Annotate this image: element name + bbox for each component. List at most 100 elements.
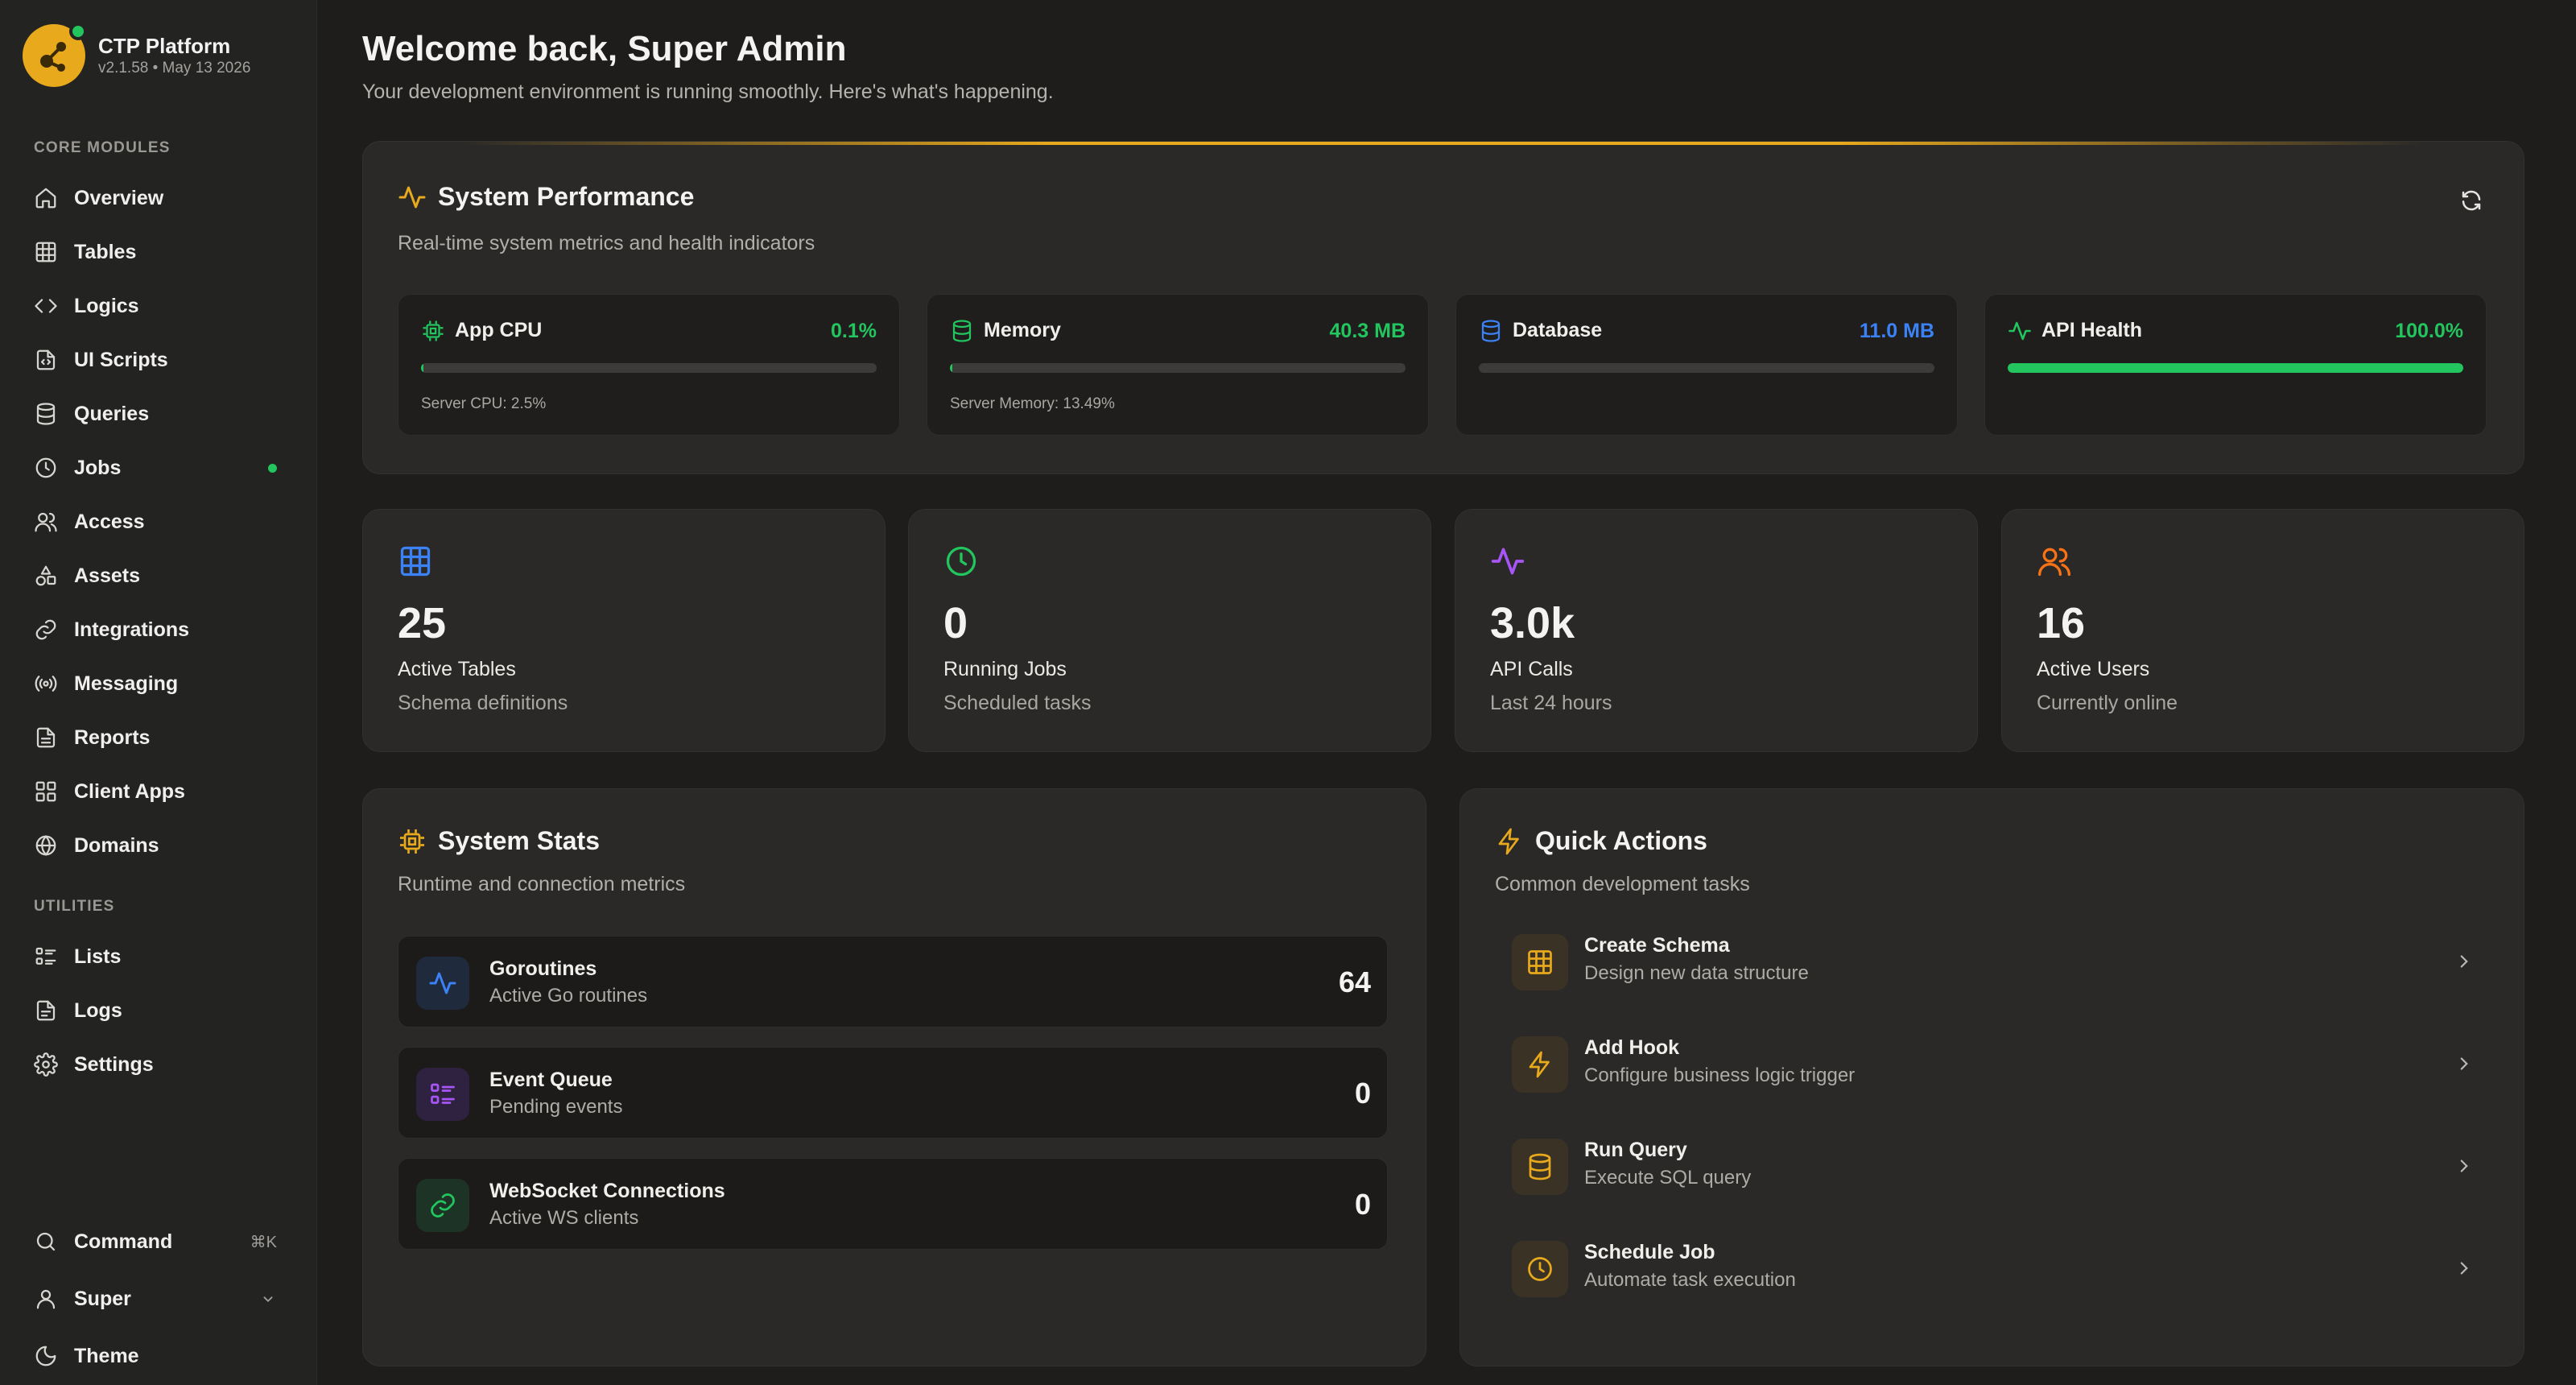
metric-progress-bar bbox=[421, 363, 877, 373]
cpu-icon bbox=[423, 320, 444, 341]
user-menu-button[interactable]: Super bbox=[26, 1276, 291, 1321]
sidebar-item-client-apps[interactable]: Client Apps bbox=[26, 769, 291, 814]
quick-action-run-query[interactable]: Run Query Execute SQL query bbox=[1494, 1121, 2491, 1209]
theme-label: Theme bbox=[74, 1344, 139, 1367]
command-palette-button[interactable]: Command ⌘K bbox=[26, 1219, 291, 1264]
brand-logo bbox=[23, 23, 87, 87]
lightning-icon bbox=[1498, 828, 1519, 854]
metric-name: Database bbox=[1513, 319, 1603, 341]
metric-memory: Memory 40.3 MB Server Memory: 13.49% bbox=[927, 294, 1429, 436]
stat-row-event-queue: Event Queue Pending events 0 bbox=[398, 1047, 1388, 1139]
stat-card-active-users[interactable]: 16 Active Users Currently online bbox=[2001, 509, 2524, 752]
clock-icon bbox=[35, 457, 56, 478]
row-sub: Pending events bbox=[489, 1096, 623, 1118]
metric-progress-bar bbox=[1479, 363, 1934, 373]
refresh-icon bbox=[2462, 190, 2481, 211]
stat-value: 16 bbox=[2037, 599, 2086, 647]
user-label: Super bbox=[74, 1287, 131, 1310]
sidebar-item-label: Domains bbox=[74, 833, 159, 857]
moon-icon bbox=[35, 1346, 56, 1366]
sidebar-item-overview[interactable]: Overview bbox=[26, 176, 291, 221]
chevron-right-icon bbox=[2460, 1262, 2468, 1275]
grid-icon bbox=[35, 781, 56, 802]
radio-icon bbox=[35, 676, 57, 692]
chevron-right-icon bbox=[2460, 955, 2468, 968]
sidebar-item-ui-scripts[interactable]: UI Scripts bbox=[26, 337, 291, 382]
metric-value: 100.0% bbox=[2395, 320, 2463, 342]
brand-version: v2.1.58 • May 13 2026 bbox=[98, 60, 251, 76]
brand[interactable]: CTP Platform v2.1.58 • May 13 2026 bbox=[23, 23, 251, 87]
sidebar-item-label: Logs bbox=[74, 998, 122, 1022]
quick-action-add-hook[interactable]: Add Hook Configure business logic trigge… bbox=[1494, 1019, 2491, 1107]
page-subtitle: Your development environment is running … bbox=[362, 81, 1054, 103]
sidebar-item-tables[interactable]: Tables bbox=[26, 229, 291, 275]
sidebar-item-label: Settings bbox=[74, 1052, 154, 1076]
metric-value: 40.3 MB bbox=[1329, 320, 1406, 342]
sidebar-item-label: Lists bbox=[74, 945, 122, 968]
action-icon-box bbox=[1512, 934, 1568, 990]
metric-value: 11.0 MB bbox=[1859, 320, 1934, 342]
action-sub: Automate task execution bbox=[1584, 1269, 1796, 1291]
sidebar-item-label: UI Scripts bbox=[74, 348, 168, 371]
quick-action-schedule-job[interactable]: Schedule Job Automate task execution bbox=[1494, 1223, 2491, 1312]
sidebar-item-label: Queries bbox=[74, 402, 150, 425]
row-name: Goroutines bbox=[489, 957, 597, 980]
stat-card-active-tables[interactable]: 25 Active Tables Schema definitions bbox=[362, 509, 886, 752]
action-icon-box bbox=[1512, 1036, 1568, 1093]
row-icon-box bbox=[416, 1068, 469, 1121]
list-icon bbox=[431, 1083, 455, 1104]
file-code-icon bbox=[36, 349, 56, 370]
sidebar-item-assets[interactable]: Assets bbox=[26, 553, 291, 598]
database-icon bbox=[1529, 1153, 1551, 1180]
chevron-right-icon bbox=[2460, 1057, 2468, 1070]
sidebar-item-label: Client Apps bbox=[74, 779, 185, 803]
sidebar-item-queries[interactable]: Queries bbox=[26, 391, 291, 436]
sidebar-item-settings[interactable]: Settings bbox=[26, 1042, 291, 1087]
stat-sublabel: Schema definitions bbox=[398, 692, 568, 714]
sidebar-item-domains[interactable]: Domains bbox=[26, 823, 291, 868]
table-icon bbox=[1528, 950, 1552, 974]
refresh-button[interactable] bbox=[2451, 180, 2491, 221]
activity-icon bbox=[2008, 321, 2031, 341]
brand-name: CTP Platform bbox=[98, 34, 231, 58]
log-icon bbox=[36, 1000, 56, 1021]
report-icon bbox=[36, 727, 56, 748]
stat-card-running-jobs[interactable]: 0 Running Jobs Scheduled tasks bbox=[908, 509, 1431, 752]
sidebar-item-logics[interactable]: Logics bbox=[26, 283, 291, 329]
gear-icon bbox=[34, 1052, 58, 1077]
sidebar-item-messaging[interactable]: Messaging bbox=[26, 661, 291, 706]
sidebar-item-label: Logics bbox=[74, 294, 139, 317]
cpu-icon bbox=[400, 829, 424, 854]
core-modules-heading: CORE MODULES bbox=[34, 139, 171, 156]
system-stats-card: System Stats Runtime and connection metr… bbox=[362, 788, 1426, 1366]
stat-label: API Calls bbox=[1490, 658, 1573, 680]
sidebar-item-access[interactable]: Access bbox=[26, 499, 291, 544]
metric-progress-fill bbox=[2008, 363, 2463, 373]
sidebar-item-jobs[interactable]: Jobs bbox=[26, 445, 291, 490]
row-name: Event Queue bbox=[489, 1069, 613, 1091]
database-icon bbox=[952, 320, 972, 342]
stat-label: Active Users bbox=[2037, 658, 2150, 680]
metric-progress-fill bbox=[421, 363, 424, 373]
command-label: Command bbox=[74, 1230, 173, 1253]
theme-toggle-button[interactable]: Theme bbox=[26, 1333, 291, 1379]
stat-value: 3.0k bbox=[1490, 599, 1575, 647]
sidebar-item-label: Reports bbox=[74, 726, 151, 749]
stat-card-api-calls[interactable]: 3.0k API Calls Last 24 hours bbox=[1455, 509, 1978, 752]
sidebar-item-logs[interactable]: Logs bbox=[26, 988, 291, 1033]
sidebar-item-lists[interactable]: Lists bbox=[26, 934, 291, 979]
quick-action-create-schema[interactable]: Create Schema Design new data structure bbox=[1494, 916, 2491, 1005]
sidebar-item-label: Messaging bbox=[74, 672, 179, 695]
lightning-icon bbox=[1529, 1051, 1550, 1078]
action-icon-box bbox=[1512, 1241, 1568, 1297]
jobs-live-indicator bbox=[268, 463, 277, 473]
action-name: Schedule Job bbox=[1584, 1241, 1715, 1263]
sidebar-item-reports[interactable]: Reports bbox=[26, 715, 291, 760]
card-title: System Stats bbox=[438, 826, 600, 855]
link-icon bbox=[431, 1193, 455, 1218]
sidebar-item-integrations[interactable]: Integrations bbox=[26, 607, 291, 652]
row-value: 0 bbox=[1354, 1188, 1371, 1221]
activity-icon bbox=[429, 972, 456, 994]
stat-sublabel: Scheduled tasks bbox=[943, 692, 1092, 714]
table-icon bbox=[35, 242, 56, 263]
